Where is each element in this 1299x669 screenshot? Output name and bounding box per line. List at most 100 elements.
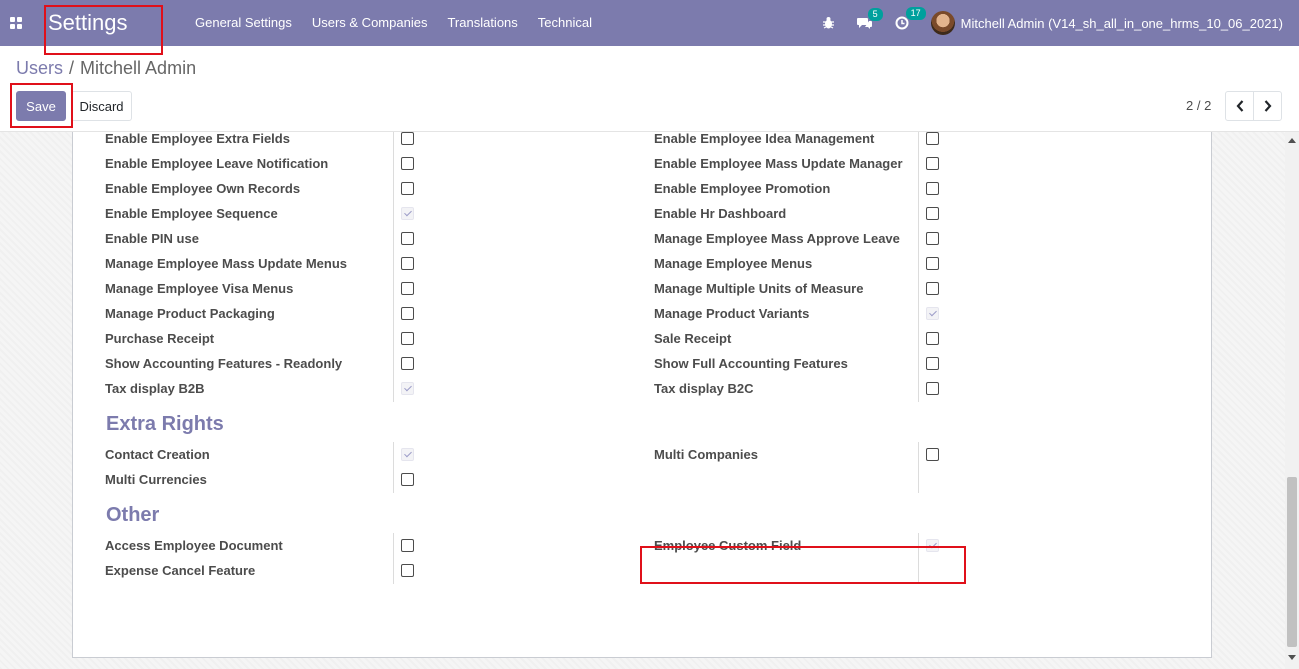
scroll-thumb[interactable] [1287,477,1297,647]
discard-button[interactable]: Discard [71,91,132,121]
field-label: Purchase Receipt [105,331,215,346]
checkbox-checked[interactable] [401,448,414,461]
checkbox[interactable] [926,182,939,195]
messaging-menu[interactable]: 5 [856,7,883,30]
field-label: Enable Employee Sequence [105,206,278,221]
checkbox[interactable] [401,564,414,577]
checkbox[interactable] [926,232,939,245]
field-label: Show Full Accounting Features [654,356,848,371]
checkbox[interactable] [401,357,414,370]
field-divider [393,376,394,402]
field-divider [918,467,919,493]
field-label: Enable Employee Extra Fields [105,131,290,146]
checkbox-checked[interactable] [926,307,939,320]
menu-general-settings[interactable]: General Settings [185,0,302,46]
checkbox-checked[interactable] [401,207,414,220]
field-label: Multi Currencies [105,472,207,487]
field-divider [918,442,919,468]
field-divider [918,251,919,277]
checkbox[interactable] [926,157,939,170]
activity-menu[interactable]: 17 [895,7,926,30]
user-menu[interactable]: Mitchell Admin (V14_sh_all_in_one_hrms_1… [930,11,1283,35]
field-divider [918,558,919,584]
debug-button[interactable] [822,16,835,30]
apps-menu-button[interactable] [0,0,32,46]
checkbox-checked[interactable] [401,382,414,395]
checkbox[interactable] [926,382,939,395]
pager-previous-button[interactable] [1225,91,1254,121]
field-label: Manage Employee Visa Menus [105,281,294,296]
field-divider [918,176,919,202]
field-label: Show Accounting Features - Readonly [105,356,343,371]
checkbox-checked[interactable] [926,539,939,552]
field-divider [393,201,394,227]
field-divider [393,326,394,352]
chevron-right-icon [1264,100,1271,112]
menu-translations[interactable]: Translations [437,0,527,46]
pager-next-button[interactable] [1253,91,1282,121]
pager-value[interactable]: 2 / 2 [1186,98,1211,113]
checkbox[interactable] [401,232,414,245]
field-divider [918,301,919,327]
checkbox[interactable] [401,182,414,195]
field-divider [393,467,394,493]
breadcrumb-users[interactable]: Users [16,58,63,79]
field-divider [393,251,394,277]
field-label: Manage Employee Mass Approve Leave [654,231,900,246]
checkbox[interactable] [401,257,414,270]
field-divider [918,376,919,402]
field-label: Access Employee Document [105,538,283,553]
menu-users-companies[interactable]: Users & Companies [302,0,438,46]
field-label: Manage Employee Menus [654,256,813,271]
field-label: Manage Product Packaging [105,306,275,321]
scrollbar[interactable] [1285,132,1299,669]
bug-icon [822,17,834,29]
field-label: Expense Cancel Feature [105,563,256,578]
checkbox[interactable] [926,332,939,345]
checkbox[interactable] [401,282,414,295]
field-divider [393,351,394,377]
checkbox[interactable] [401,157,414,170]
field-label: Enable Employee Own Records [105,181,301,196]
field-divider [393,132,394,152]
checkbox[interactable] [401,132,414,145]
checkbox[interactable] [401,473,414,486]
save-button[interactable]: Save [16,91,66,121]
field-label: Tax display B2C [654,381,754,396]
breadcrumb-separator: / [69,58,75,78]
field-divider [918,326,919,352]
chevron-left-icon [1236,100,1243,112]
checkbox[interactable] [926,448,939,461]
field-divider [918,151,919,177]
messages-badge: 5 [867,7,883,21]
checkbox[interactable] [926,257,939,270]
field-label: Manage Employee Mass Update Menus [105,256,348,271]
field-label: Enable Employee Mass Update Manager [654,156,903,171]
field-label: Enable PIN use [105,231,199,246]
field-divider [393,176,394,202]
menu-technical[interactable]: Technical [528,0,602,46]
app-title[interactable]: Settings [48,10,178,36]
scroll-up-arrow-icon[interactable] [1288,138,1296,143]
checkbox[interactable] [926,357,939,370]
checkbox[interactable] [401,332,414,345]
field-label: Contact Creation [105,447,210,462]
checkbox[interactable] [401,307,414,320]
section-title: Other [106,504,160,526]
field-divider [918,132,919,152]
activities-badge: 17 [905,7,926,20]
field-divider [393,558,394,584]
checkbox[interactable] [926,282,939,295]
field-divider [393,301,394,327]
systray: 5 17 Mitchell Admin (V14_sh_all_in_one_h… [822,0,1299,46]
checkbox[interactable] [926,207,939,220]
field-label: Enable Employee Leave Notification [105,156,329,171]
field-divider [393,533,394,559]
avatar [930,11,955,35]
apps-grid-icon [10,17,22,29]
field-divider [393,442,394,468]
checkbox[interactable] [926,132,939,145]
scroll-down-arrow-icon[interactable] [1288,655,1296,660]
checkbox[interactable] [401,539,414,552]
field-divider [918,276,919,302]
